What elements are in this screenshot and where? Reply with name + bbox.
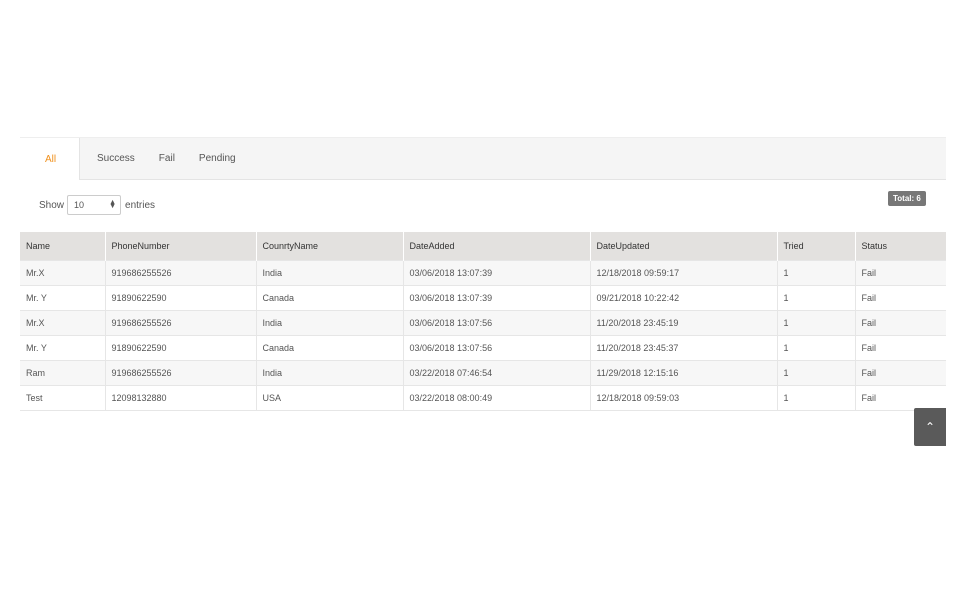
table-controls: Show 10 ▲ ▼ entries xyxy=(20,180,946,232)
cell-date-updated: 12/18/2018 09:59:17 xyxy=(589,260,777,286)
cell-status: Fail xyxy=(854,360,946,386)
cell-status: Fail xyxy=(854,385,946,411)
entries-select[interactable]: 10 ▲ ▼ xyxy=(67,195,122,215)
tab-success[interactable]: Success xyxy=(80,138,147,179)
cell-date-added: 03/06/2018 13:07:56 xyxy=(402,335,590,361)
cell-phone: 91890622590 xyxy=(104,335,256,361)
cell-tried: 1 xyxy=(776,310,855,336)
scroll-to-top-button[interactable]: ⌃ xyxy=(914,408,946,446)
cell-tried: 1 xyxy=(776,335,855,361)
cell-tried: 1 xyxy=(776,360,855,386)
cell-phone: 919686255526 xyxy=(104,260,256,286)
cell-phone: 91890622590 xyxy=(104,285,256,311)
cell-date-added: 03/22/2018 08:00:49 xyxy=(402,385,590,411)
cell-status: Fail xyxy=(854,260,946,286)
cell-country: Canada xyxy=(255,285,403,311)
table-row: Mr.X 919686255526 India 03/06/2018 13:07… xyxy=(20,260,946,286)
column-header-date-added[interactable]: DateAdded xyxy=(402,232,590,261)
cell-country: Canada xyxy=(255,335,403,361)
cell-country: India xyxy=(255,260,403,286)
cell-status: Fail xyxy=(854,335,946,361)
cell-date-updated: 12/18/2018 09:59:03 xyxy=(589,385,777,411)
cell-country: India xyxy=(255,360,403,386)
cell-tried: 1 xyxy=(776,260,855,286)
cell-name: Test xyxy=(20,385,105,411)
table-row: Mr. Y 91890622590 Canada 03/06/2018 13:0… xyxy=(20,335,946,361)
cell-tried: 1 xyxy=(776,385,855,411)
cell-name: Ram xyxy=(20,360,105,386)
entries-label: entries xyxy=(125,199,156,211)
select-arrows-icon: ▲ ▼ xyxy=(109,199,117,210)
cell-country: USA xyxy=(255,385,403,411)
cell-country: India xyxy=(255,310,403,336)
table-row: Mr.X 919686255526 India 03/06/2018 13:07… xyxy=(20,310,946,336)
column-header-tried[interactable]: Tried xyxy=(776,232,855,261)
records-panel: All Success Fail Pending Show 10 ▲ ▼ entr… xyxy=(20,137,946,411)
table-row: Mr. Y 91890622590 Canada 03/06/2018 13:0… xyxy=(20,285,946,311)
cell-date-updated: 11/20/2018 23:45:37 xyxy=(589,335,777,361)
table-row: Test 12098132880 USA 03/22/2018 08:00:49… xyxy=(20,385,946,411)
cell-date-updated: 11/20/2018 23:45:19 xyxy=(589,310,777,336)
cell-date-added: 03/06/2018 13:07:56 xyxy=(402,310,590,336)
cell-date-added: 03/06/2018 13:07:39 xyxy=(402,260,590,286)
table-row: Ram 919686255526 India 03/22/2018 07:46:… xyxy=(20,360,946,386)
show-label: Show xyxy=(39,199,65,211)
entries-length-control: Show 10 ▲ ▼ entries xyxy=(39,195,155,215)
tab-all[interactable]: All xyxy=(20,138,80,180)
chevron-up-icon: ⌃ xyxy=(924,420,936,434)
cell-phone: 919686255526 xyxy=(104,310,256,336)
cell-name: Mr. Y xyxy=(20,285,105,311)
entries-select-value: 10 xyxy=(74,200,85,210)
cell-name: Mr.X xyxy=(20,260,105,286)
column-header-country[interactable]: CounrtyName xyxy=(255,232,403,261)
column-header-status[interactable]: Status xyxy=(854,232,946,261)
column-header-name[interactable]: Name xyxy=(20,232,105,261)
total-count-badge: Total: 6 xyxy=(888,191,926,206)
tab-fail[interactable]: Fail xyxy=(147,138,187,179)
cell-status: Fail xyxy=(854,285,946,311)
cell-date-updated: 09/21/2018 10:22:42 xyxy=(589,285,777,311)
cell-date-added: 03/06/2018 13:07:39 xyxy=(402,285,590,311)
cell-status: Fail xyxy=(854,310,946,336)
records-table: Name PhoneNumber CounrtyName DateAdded D… xyxy=(20,232,946,411)
cell-date-added: 03/22/2018 07:46:54 xyxy=(402,360,590,386)
cell-phone: 12098132880 xyxy=(104,385,256,411)
cell-name: Mr. Y xyxy=(20,335,105,361)
tab-pending[interactable]: Pending xyxy=(187,138,248,179)
cell-date-updated: 11/29/2018 12:15:16 xyxy=(589,360,777,386)
table-header-row: Name PhoneNumber CounrtyName DateAdded D… xyxy=(20,232,946,261)
cell-tried: 1 xyxy=(776,285,855,311)
column-header-phone[interactable]: PhoneNumber xyxy=(104,232,256,261)
cell-name: Mr.X xyxy=(20,310,105,336)
column-header-date-updated[interactable]: DateUpdated xyxy=(589,232,777,261)
cell-phone: 919686255526 xyxy=(104,360,256,386)
status-tabs: All Success Fail Pending xyxy=(20,137,946,180)
